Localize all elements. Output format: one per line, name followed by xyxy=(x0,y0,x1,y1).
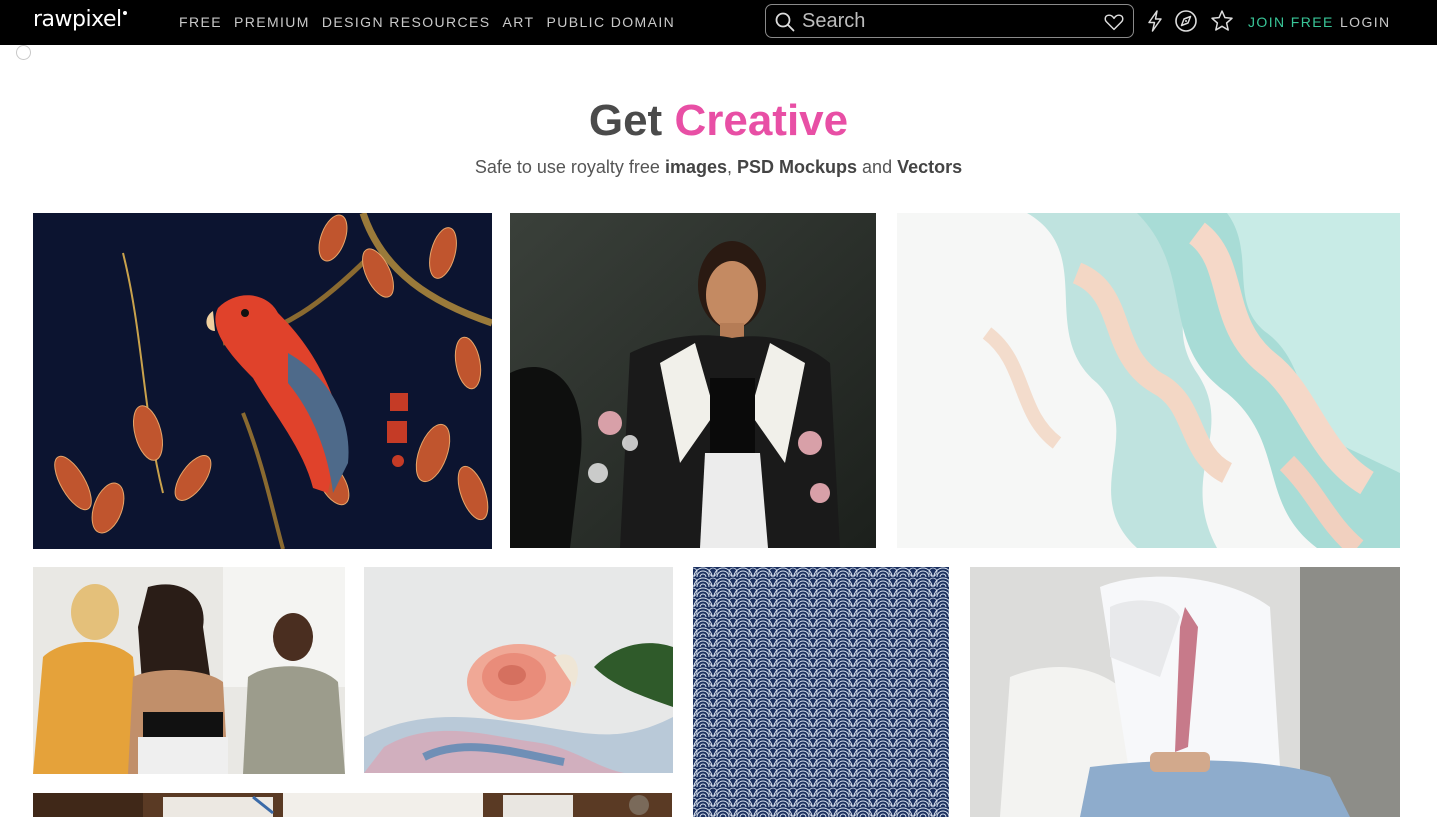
page-title: Get Creative xyxy=(0,96,1437,146)
nav-public-domain[interactable]: PUBLIC DOMAIN xyxy=(546,14,675,30)
friends-hair-photo[interactable] xyxy=(33,567,345,774)
heart-icon[interactable] xyxy=(1103,11,1125,33)
nav-design-resources[interactable]: DESIGN RESOURCES xyxy=(322,14,491,30)
page-subtitle: Safe to use royalty free images, PSD Moc… xyxy=(0,157,1437,178)
fashion-model-photo[interactable] xyxy=(510,213,876,548)
marble-texture[interactable] xyxy=(897,213,1400,548)
subtitle-separator: , xyxy=(727,157,738,177)
parrot-artwork[interactable] xyxy=(33,213,492,549)
title-accent: Creative xyxy=(674,96,849,145)
subtitle-vectors: Vectors xyxy=(897,157,963,177)
main-nav: FREE PREMIUM DESIGN RESOURCES ART PUBLIC… xyxy=(179,14,675,30)
join-free-link[interactable]: JOIN FREE xyxy=(1248,14,1334,30)
search-box xyxy=(765,4,1134,38)
search-input[interactable] xyxy=(802,8,1092,34)
rawpixel-logo[interactable]: rawpixel xyxy=(33,7,127,32)
subtitle-psd: PSD Mockups xyxy=(737,157,858,177)
subtitle-text: Safe to use royalty free xyxy=(474,157,665,177)
top-navigation-bar: rawpixel FREE PREMIUM DESIGN RESOURCES A… xyxy=(0,0,1437,45)
search-icon[interactable] xyxy=(775,12,795,32)
nav-art[interactable]: ART xyxy=(503,14,535,30)
nav-free[interactable]: FREE xyxy=(179,14,222,30)
loading-indicator xyxy=(16,45,31,60)
rose-on-fabric-photo[interactable] xyxy=(364,567,673,773)
wave-pattern[interactable] xyxy=(693,567,949,817)
businessman-photo[interactable] xyxy=(970,567,1400,817)
compass-icon[interactable] xyxy=(1174,9,1198,33)
bolt-icon[interactable] xyxy=(1143,9,1167,33)
subtitle-and: and xyxy=(857,157,898,177)
title-prefix: Get xyxy=(588,96,663,145)
desk-workspace-photo[interactable] xyxy=(33,793,672,817)
subtitle-images: images xyxy=(664,157,727,177)
star-icon[interactable] xyxy=(1210,9,1234,33)
nav-premium[interactable]: PREMIUM xyxy=(234,14,310,30)
login-link[interactable]: LOGIN xyxy=(1340,14,1391,30)
